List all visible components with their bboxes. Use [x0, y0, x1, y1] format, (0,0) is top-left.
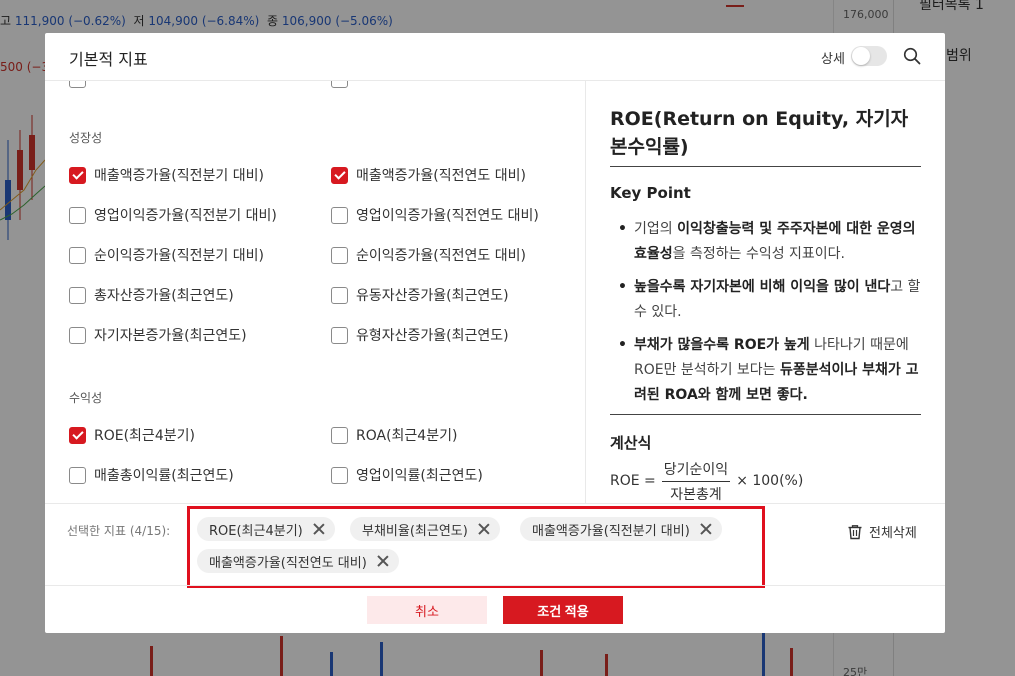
checkbox-label: 영업이익증가율(직전분기 대비) — [94, 208, 277, 224]
indicator-checkbox-item[interactable]: 영업이익률(최근연도) — [331, 465, 483, 485]
indicator-checkbox-item[interactable]: 매출액증가율(직전분기 대비) — [69, 165, 264, 185]
indicator-checkbox-item[interactable]: 매출액증가율(직전연도 대비) — [331, 165, 526, 185]
checkbox[interactable] — [331, 246, 348, 264]
indicator-checkbox-item[interactable]: 순이익증가율(직전분기 대비) — [69, 245, 264, 265]
selected-chip[interactable]: 매출액증가율(직전연도 대비) — [197, 549, 399, 573]
keypoint-title: Key Point — [610, 184, 691, 202]
indicator-checkbox-item[interactable]: 영업이익증가율(직전연도 대비) — [331, 205, 539, 225]
checkbox-label: 매출총이익률(최근연도) — [94, 468, 234, 484]
formula-numerator: 당기순이익 — [661, 459, 731, 482]
checkbox-label: 순이익증가율(직전연도 대비) — [356, 248, 526, 264]
checkbox-label: 자기자본증가율(최근연도) — [94, 328, 247, 344]
modal-header: 기본적 지표 상세 — [45, 33, 945, 81]
checkbox[interactable] — [69, 206, 86, 224]
checkbox-label: 유형자산증가율(최근연도) — [356, 328, 509, 344]
checkbox[interactable] — [69, 246, 86, 264]
cancel-button[interactable]: 취소 — [367, 596, 487, 624]
pane-divider — [585, 81, 586, 503]
remove-chip-icon[interactable] — [377, 555, 389, 567]
detail-toggle-label: 상세 — [821, 52, 845, 67]
info-section-rule — [610, 414, 921, 415]
section-label-profitability: 수익성 — [69, 391, 103, 405]
apply-conditions-button[interactable]: 조건 적용 — [503, 596, 623, 624]
checkbox[interactable] — [69, 81, 86, 88]
indicator-checkbox-item[interactable]: 영업이익증가율(직전분기 대비) — [69, 205, 277, 225]
info-title: ROE(Return on Equity, 자기자본수익률) — [610, 108, 909, 158]
checkbox-label: ROA(최근4분기) — [356, 428, 458, 444]
clear-all-button[interactable]: 전체삭제 — [847, 522, 917, 541]
indicator-info-panel: ROE(Return on Equity, 자기자본수익률) Key Point… — [610, 81, 922, 503]
indicator-checkbox-item[interactable]: 유형자산증가율(최근연도) — [331, 325, 509, 345]
keypoint-bullet-3: 부채가 많을수록 ROE가 높게 나타나기 때문에 ROE만 분석하기 보다는 … — [618, 333, 921, 408]
formula-denominator: 자본총계 — [670, 486, 722, 503]
checkbox-checked[interactable] — [331, 166, 348, 184]
fundamental-indicator-modal: 기본적 지표 상세 성장성 매출액증가율(직전분기 대비) 매출액증가율(직전연도… — [45, 33, 945, 633]
checkbox[interactable] — [69, 326, 86, 344]
remove-chip-icon[interactable] — [478, 523, 490, 535]
detail-toggle[interactable] — [851, 46, 887, 66]
checkbox-label: 영업이익증가율(직전연도 대비) — [356, 208, 539, 224]
chip-label: 매출액증가율(직전연도 대비) — [209, 555, 367, 571]
indicator-checkbox-item[interactable]: 자기자본증가율(최근연도) — [69, 325, 247, 345]
keypoint-bullet-1: 기업의 이익창출능력 및 주주자본에 대한 운영의 효율성을 측정하는 수익성 … — [618, 217, 921, 267]
checkbox[interactable] — [331, 426, 348, 444]
checkbox-label: 영업이익률(최근연도) — [356, 468, 483, 484]
checkbox[interactable] — [331, 206, 348, 224]
checkbox[interactable] — [69, 286, 86, 304]
info-title-rule — [610, 166, 921, 167]
checkbox[interactable] — [69, 466, 86, 484]
checkbox[interactable] — [331, 81, 348, 88]
partial-row-item[interactable] — [331, 81, 348, 89]
remove-chip-icon[interactable] — [700, 523, 712, 535]
checkbox[interactable] — [331, 286, 348, 304]
formula-fraction: 당기순이익 자본총계 — [661, 459, 731, 504]
checkbox-checked[interactable] — [69, 166, 86, 184]
trash-icon — [848, 524, 862, 539]
chip-label: 부채비율(최근연도) — [362, 523, 468, 539]
indicator-list[interactable]: 성장성 매출액증가율(직전분기 대비) 매출액증가율(직전연도 대비) 영업이익증가… — [45, 81, 585, 503]
checkbox[interactable] — [331, 326, 348, 344]
modal-footer: 취소 조건 적용 — [45, 585, 945, 633]
search-icon[interactable] — [903, 47, 921, 65]
formula-title: 계산식 — [610, 434, 652, 452]
modal-title: 기본적 지표 — [69, 50, 148, 69]
formula-lhs: ROE = — [610, 473, 656, 489]
selected-chip[interactable]: 부채비율(최근연도) — [350, 517, 500, 541]
checkbox-label: 총자산증가율(최근연도) — [94, 288, 234, 304]
indicator-checkbox-item[interactable]: 순이익증가율(직전연도 대비) — [331, 245, 526, 265]
clear-all-label: 전체삭제 — [869, 526, 917, 541]
indicator-checkbox-item[interactable]: 유동자산증가율(최근연도) — [331, 285, 509, 305]
checkbox-label: 순이익증가율(직전분기 대비) — [94, 248, 264, 264]
checkbox-checked[interactable] — [69, 426, 86, 444]
checkbox-label: ROE(최근4분기) — [94, 428, 195, 444]
selected-indicators-bar: 선택한 지표 (4/15): ROE(최근4분기) 부채비율(최근연도) 매출액… — [45, 503, 945, 588]
toggle-knob — [852, 47, 870, 65]
checkbox-label: 유동자산증가율(최근연도) — [356, 288, 509, 304]
keypoint-bullet-2: 높을수록 자기자본에 비해 이익을 많이 낸다고 할 수 있다. — [618, 275, 921, 325]
checkbox-label: 매출액증가율(직전분기 대비) — [94, 168, 264, 184]
chip-label: ROE(최근4분기) — [209, 523, 303, 539]
formula-rhs: × 100(%) — [736, 473, 804, 489]
selected-chip[interactable]: 매출액증가율(직전분기 대비) — [520, 517, 722, 541]
partial-row-item[interactable] — [69, 81, 86, 89]
section-label-growth: 성장성 — [69, 131, 103, 145]
roe-formula: ROE = 당기순이익 자본총계 × 100(%) — [610, 459, 803, 503]
indicator-checkbox-item[interactable]: ROA(최근4분기) — [331, 425, 457, 445]
chip-label: 매출액증가율(직전분기 대비) — [532, 523, 690, 539]
selected-count-label: 선택한 지표 (4/15): — [67, 524, 171, 538]
selected-chip[interactable]: ROE(최근4분기) — [197, 517, 335, 541]
indicator-checkbox-item[interactable]: 매출총이익률(최근연도) — [69, 465, 234, 485]
remove-chip-icon[interactable] — [313, 523, 325, 535]
indicator-checkbox-item[interactable]: ROE(최근4분기) — [69, 425, 195, 445]
checkbox[interactable] — [331, 466, 348, 484]
indicator-checkbox-item[interactable]: 총자산증가율(최근연도) — [69, 285, 234, 305]
checkbox-label: 매출액증가율(직전연도 대비) — [356, 168, 526, 184]
